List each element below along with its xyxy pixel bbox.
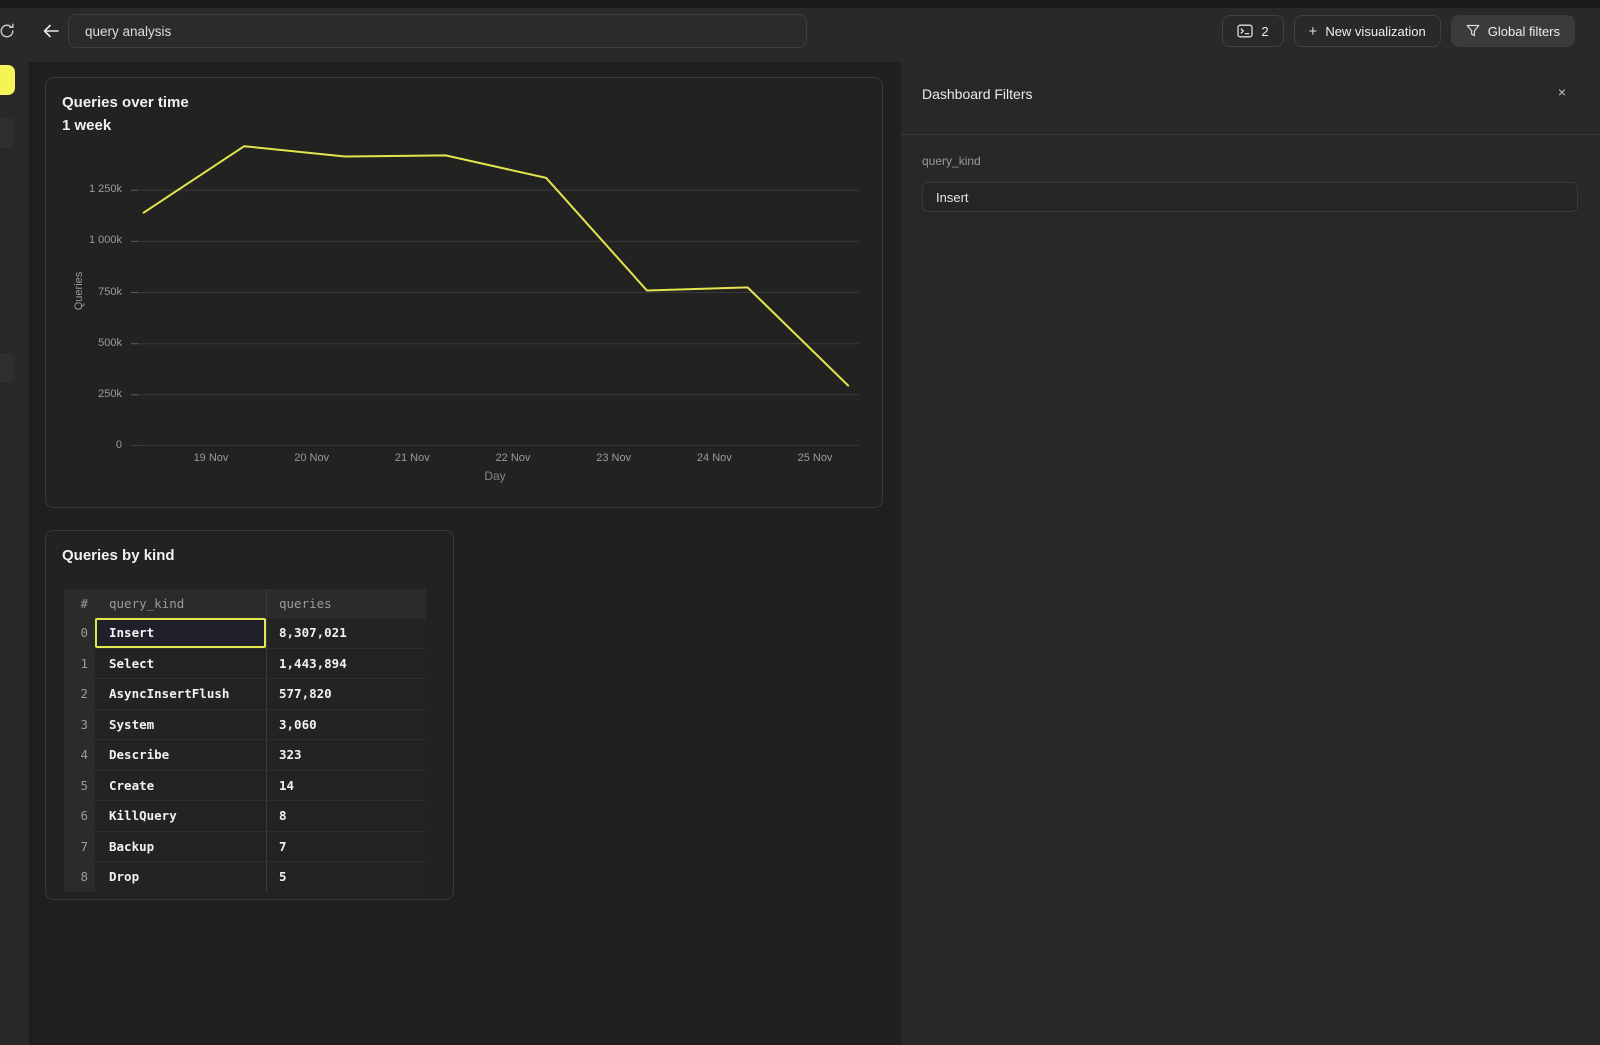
y-axis-tick-labels: 0250k500k750k1 000k1 250k: [46, 136, 122, 446]
sidebar-item-2[interactable]: [0, 118, 15, 148]
x-axis-title: Day: [131, 469, 859, 483]
global-filters-label: Global filters: [1488, 24, 1560, 39]
tab-count-badge: 2: [1261, 24, 1268, 39]
new-visualization-label: New visualization: [1325, 24, 1425, 39]
queries-value-cell[interactable]: 577,820: [266, 678, 426, 709]
query-kind-cell[interactable]: AsyncInsertFlush: [95, 678, 266, 709]
top-bar: 2 + New visualization Global filters: [0, 8, 1600, 62]
row-index-cell: 1: [64, 648, 95, 679]
table-row: 2AsyncInsertFlush577,820: [64, 678, 426, 709]
row-index-cell: 7: [64, 831, 95, 862]
row-index-cell: 3: [64, 709, 95, 740]
table-row: 1Select1,443,894: [64, 648, 426, 679]
query-kind-cell[interactable]: KillQuery: [95, 800, 266, 831]
window-top-strip: [0, 0, 1600, 8]
filter-funnel-icon: [1466, 24, 1480, 38]
left-sidebar: [0, 62, 30, 1045]
arrow-left-icon: [42, 23, 60, 39]
table-row: 0Insert8,307,021: [64, 617, 426, 648]
query-kind-filter-input[interactable]: [922, 182, 1578, 212]
column-header-query_kind: query_kind: [95, 589, 266, 617]
queries-value-cell[interactable]: 1,443,894: [266, 648, 426, 679]
new-visualization-button[interactable]: + New visualization: [1294, 15, 1441, 47]
queries-value-cell[interactable]: 14: [266, 770, 426, 801]
y-tick-label: 500k: [46, 337, 122, 349]
history-refresh-icon[interactable]: [0, 21, 17, 41]
rotate-clockwise-icon: [0, 21, 17, 41]
x-tick-label: 24 Nov: [679, 452, 749, 464]
y-tick-label: 750k: [46, 286, 122, 298]
global-filters-button[interactable]: Global filters: [1451, 15, 1575, 47]
y-tick-label: 1 250k: [46, 183, 122, 195]
sidebar-item-3[interactable]: [0, 353, 15, 383]
row-index-cell: 6: [64, 800, 95, 831]
table-row: 3System3,060: [64, 709, 426, 740]
row-index-cell: 8: [64, 861, 95, 892]
queries-value-cell[interactable]: 7: [266, 831, 426, 862]
query-kind-cell[interactable]: Backup: [95, 831, 266, 862]
x-tick-label: 22 Nov: [478, 452, 548, 464]
x-tick-label: 21 Nov: [377, 452, 447, 464]
column-header-index: #: [64, 589, 95, 617]
plus-icon: +: [1309, 23, 1318, 40]
y-tick-label: 0: [46, 439, 122, 451]
queries-value-cell[interactable]: 3,060: [266, 709, 426, 740]
row-index-cell: 5: [64, 770, 95, 801]
console-window-icon: [1237, 24, 1253, 38]
x-tick-label: 19 Nov: [176, 452, 246, 464]
queries-value-cell[interactable]: 323: [266, 739, 426, 770]
dashboard-app: 2 + New visualization Global filters Que…: [0, 0, 1600, 1045]
queries-value-cell[interactable]: 8,307,021: [266, 617, 426, 648]
table-row: 5Create14: [64, 770, 426, 801]
query-kind-cell[interactable]: Select: [95, 648, 266, 679]
panel-divider: [901, 134, 1600, 135]
filters-panel-title: Dashboard Filters: [922, 86, 1033, 102]
close-icon[interactable]: ×: [1553, 83, 1571, 101]
y-tick-label: 1 000k: [46, 234, 122, 246]
query-kind-cell[interactable]: Describe: [95, 739, 266, 770]
queries-over-time-card: Queries over time 1 week Queries 0250k50…: [45, 77, 883, 508]
queries-by-kind-card: Queries by kind #query_kindqueries 0Inse…: [45, 530, 454, 900]
queries-value-cell[interactable]: 5: [266, 861, 426, 892]
table-title: Queries by kind: [62, 547, 175, 564]
queries-value-cell[interactable]: 8: [266, 800, 426, 831]
chart-subtitle: 1 week: [62, 117, 111, 134]
x-tick-label: 23 Nov: [579, 452, 649, 464]
queries-by-kind-table: #query_kindqueries 0Insert8,307,0211Sele…: [64, 589, 426, 892]
query-kind-cell[interactable]: Drop: [95, 861, 266, 892]
line-chart: [131, 136, 859, 446]
table-header-row: #query_kindqueries: [64, 589, 426, 617]
back-button[interactable]: [39, 19, 63, 43]
sidebar-item-active-dashboard[interactable]: [0, 65, 15, 95]
open-tabs-button[interactable]: 2: [1222, 15, 1283, 47]
dashboard-filters-panel: Dashboard Filters × query_kind: [901, 62, 1600, 1045]
column-header-queries: queries: [266, 589, 426, 617]
table-row: 6KillQuery8: [64, 800, 426, 831]
x-tick-label: 25 Nov: [780, 452, 850, 464]
dashboard-title-input[interactable]: [68, 14, 807, 48]
table-row: 4Describe323: [64, 739, 426, 770]
x-axis-tick-labels: 19 Nov 20 Nov 21 Nov 22 Nov 23 Nov 24 Nov 25 N…: [131, 452, 859, 466]
table-row: 8Drop5: [64, 861, 426, 892]
chart-title: Queries over time: [62, 94, 189, 111]
topbar-actions: 2 + New visualization Global filters: [1222, 15, 1575, 47]
y-tick-label: 250k: [46, 388, 122, 400]
query-kind-cell[interactable]: Create: [95, 770, 266, 801]
query-kind-cell[interactable]: System: [95, 709, 266, 740]
table-body: 0Insert8,307,0211Select1,443,8942AsyncIn…: [64, 617, 426, 892]
main-content: Queries over time 1 week Queries 0250k50…: [30, 62, 901, 1045]
query-kind-cell[interactable]: Insert: [95, 617, 266, 648]
row-index-cell: 4: [64, 739, 95, 770]
x-tick-label: 20 Nov: [277, 452, 347, 464]
queries-series-line: [144, 146, 849, 385]
row-index-cell: 2: [64, 678, 95, 709]
filter-field-label: query_kind: [922, 154, 981, 168]
row-index-cell: 0: [64, 617, 95, 648]
table-row: 7Backup7: [64, 831, 426, 862]
